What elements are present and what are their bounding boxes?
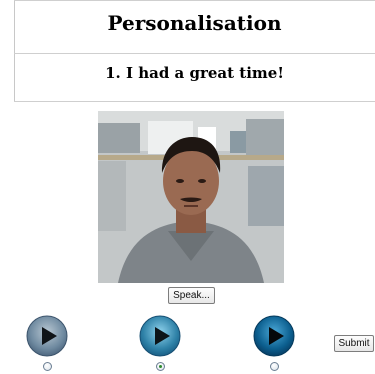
- play-icon: [26, 315, 68, 357]
- submit-button[interactable]: Submit: [334, 335, 374, 352]
- user-photo: [98, 111, 284, 283]
- page-title: Personalisation: [107, 11, 282, 35]
- option-2-radio[interactable]: [156, 362, 165, 371]
- question-text: 1. I had a great time!: [105, 64, 284, 82]
- option-2-play-button[interactable]: [139, 315, 181, 357]
- question-divider: [14, 101, 375, 102]
- title-divider: [14, 53, 375, 54]
- option-3-radio[interactable]: [270, 362, 279, 371]
- option-3-play-button[interactable]: [253, 315, 295, 357]
- option-1-radio[interactable]: [43, 362, 52, 371]
- speak-button[interactable]: Speak...: [168, 287, 215, 304]
- photo-illustration: [98, 111, 284, 283]
- page: Personalisation 1. I had a great time! S…: [0, 0, 375, 374]
- frame-top-border: [14, 0, 375, 1]
- option-1-play-button[interactable]: [26, 315, 68, 357]
- play-icon: [253, 315, 295, 357]
- play-icon: [139, 315, 181, 357]
